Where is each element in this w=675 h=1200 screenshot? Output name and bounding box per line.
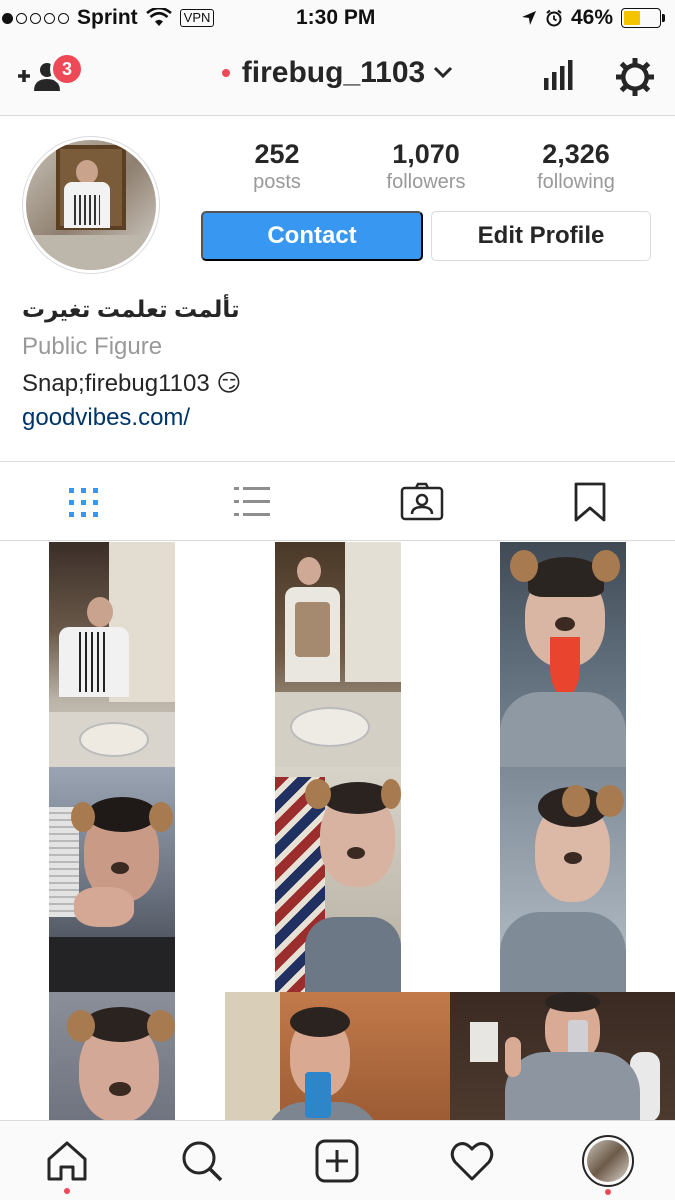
grid-icon[interactable] (64, 482, 104, 522)
list-icon[interactable] (232, 482, 272, 522)
unread-dot (221, 69, 230, 77)
photo-grid (0, 542, 675, 1120)
followers-count: 1,070 (392, 139, 460, 169)
bio-text: Snap;firebug1103 😏 (22, 370, 242, 397)
grid-post[interactable] (225, 542, 450, 767)
posts-label: posts (253, 171, 301, 193)
grid-post[interactable] (450, 542, 675, 767)
battery-percent: 46% (570, 6, 613, 29)
stat-followers[interactable]: 1,070 followers (366, 138, 486, 194)
tagged-icon[interactable] (400, 482, 444, 522)
avatar[interactable] (22, 136, 160, 274)
avatar-photo (26, 140, 156, 270)
grid-post[interactable] (225, 767, 450, 992)
contact-button[interactable]: Contact (201, 211, 423, 261)
grid-post[interactable] (450, 767, 675, 992)
profile-active-dot (605, 1189, 611, 1195)
grid-post[interactable] (0, 992, 225, 1120)
clock: 1:30 PM (296, 6, 376, 29)
profile-tabs (0, 461, 675, 541)
vpn-badge: VPN (179, 9, 215, 27)
home-active-dot (64, 1188, 70, 1194)
bottom-tab-bar (0, 1120, 675, 1200)
gear-icon[interactable] (614, 56, 656, 98)
stat-following[interactable]: 2,326 following (516, 138, 636, 194)
chevron-down-icon (434, 66, 453, 79)
signal-icon (2, 12, 69, 24)
grid-post[interactable] (0, 767, 225, 992)
status-bar: Sprint VPN 1:30 PM 46% (0, 0, 675, 38)
grid-post[interactable] (225, 992, 450, 1120)
status-right: 46% (521, 6, 665, 30)
following-count: 2,326 (542, 139, 610, 169)
following-label: following (537, 171, 615, 193)
add-post-icon[interactable] (315, 1139, 359, 1183)
website-link[interactable]: goodvibes.com/ (22, 404, 190, 432)
profile-icon (587, 1140, 629, 1182)
battery-icon (621, 8, 665, 28)
activity-icon[interactable] (450, 1139, 494, 1183)
stat-posts[interactable]: 252 posts (224, 138, 330, 194)
posts-count: 252 (254, 139, 300, 169)
grid-post[interactable] (0, 542, 225, 767)
search-icon[interactable] (180, 1139, 224, 1183)
profile-tab[interactable] (582, 1135, 634, 1187)
username: firebug_1103 (241, 56, 426, 89)
insights-icon[interactable] (540, 58, 576, 94)
display-name: تألمت تعلمت تغيرت (22, 296, 240, 322)
edit-profile-button[interactable]: Edit Profile (431, 211, 651, 261)
alarm-icon (546, 9, 562, 27)
status-left: Sprint VPN (0, 6, 215, 30)
grid-post[interactable] (450, 992, 675, 1120)
carrier-label: Sprint (77, 6, 138, 29)
top-nav: 3 firebug_1103 (0, 38, 675, 116)
location-arrow-icon (521, 11, 536, 25)
followers-label: followers (386, 171, 466, 193)
category-label: Public Figure (22, 333, 163, 360)
home-icon[interactable] (45, 1139, 89, 1183)
wifi-icon (145, 8, 172, 26)
saved-icon[interactable] (572, 482, 608, 522)
